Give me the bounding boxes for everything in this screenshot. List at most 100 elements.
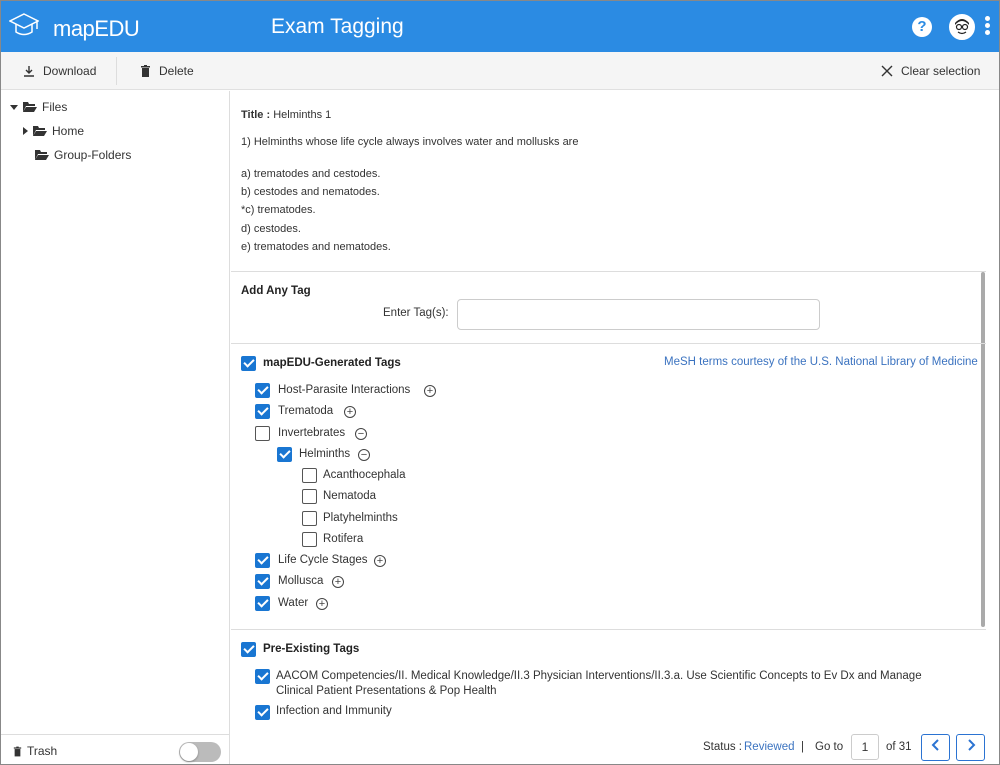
- enter-tags-label: Enter Tag(s):: [383, 307, 449, 319]
- trash-link[interactable]: Trash: [13, 744, 57, 758]
- page-number-input[interactable]: 1: [851, 734, 879, 760]
- option-c: *c) trematodes.: [241, 204, 316, 216]
- tag-label-invertebrates: Invertebrates: [278, 427, 346, 439]
- expand-plus-icon[interactable]: +: [424, 385, 436, 397]
- toolbar: Download Delete Clear selection: [1, 52, 999, 90]
- status-value[interactable]: Reviewed: [744, 741, 795, 753]
- expand-caret-icon[interactable]: [10, 104, 18, 110]
- option-b: b) cestodes and nematodes.: [241, 186, 380, 198]
- expand-plus-icon[interactable]: +: [316, 598, 328, 610]
- tag-label-mollusca: Mollusca: [278, 575, 324, 587]
- chevron-right-icon: [967, 739, 975, 751]
- tag-checkbox-trematoda[interactable]: [255, 404, 270, 419]
- tag-checkbox-water[interactable]: [255, 596, 270, 611]
- status-label: Status :: [703, 741, 742, 753]
- delete-button[interactable]: Delete: [140, 52, 194, 90]
- tag-checkbox-rotifera[interactable]: [302, 532, 317, 547]
- option-d: d) cestodes.: [241, 223, 301, 235]
- section-divider: [231, 629, 986, 630]
- help-icon[interactable]: ?: [912, 17, 932, 37]
- trash-toggle[interactable]: [179, 742, 221, 762]
- tag-label-platyhelminths: Platyhelminths: [323, 512, 398, 524]
- tag-label-water: Water: [278, 597, 309, 609]
- preexisting-tags-checkbox[interactable]: [241, 642, 256, 657]
- goto-label: Go to: [815, 741, 844, 753]
- question-title: Title : Helminths 1: [241, 109, 331, 121]
- tag-label-helminths: Helminths: [299, 448, 351, 460]
- collapse-caret-icon[interactable]: [23, 127, 28, 135]
- tag-label-host-parasite: Host-Parasite Interactions: [278, 384, 411, 396]
- add-tag-heading: Add Any Tag: [241, 285, 311, 297]
- preexisting-tag-label: Infection and Immunity: [276, 705, 392, 717]
- status-separator: |: [801, 741, 804, 753]
- folder-open-icon: [35, 150, 49, 160]
- tree-root-files[interactable]: Files: [10, 100, 67, 114]
- tag-checkbox-platyhelminths[interactable]: [302, 511, 317, 526]
- avatar[interactable]: [949, 14, 975, 40]
- previous-page-button[interactable]: [921, 734, 950, 761]
- option-a: a) trematodes and cestodes.: [241, 168, 381, 180]
- delete-label: Delete: [159, 64, 194, 78]
- file-tree-panel: Files Home Group-Folders Trash: [1, 91, 230, 764]
- download-button[interactable]: Download: [23, 52, 96, 90]
- close-icon: [881, 65, 893, 77]
- tag-label-rotifera: Rotifera: [323, 533, 364, 545]
- trash-icon: [13, 746, 22, 756]
- trash-row: Trash: [1, 734, 229, 764]
- expand-plus-icon[interactable]: +: [344, 406, 356, 418]
- expand-plus-icon[interactable]: +: [332, 576, 344, 588]
- generated-tags-heading: mapEDU-Generated Tags: [263, 357, 401, 369]
- tag-checkbox-nematoda[interactable]: [302, 489, 317, 504]
- tag-checkbox-invertebrates[interactable]: [255, 426, 270, 441]
- trash-icon: [141, 65, 150, 77]
- title-label: Title :: [241, 109, 271, 121]
- generated-tags-checkbox[interactable]: [241, 356, 256, 371]
- app-bar: mapEDU Exam Tagging ?: [1, 1, 999, 52]
- tag-label-acanthocephala: Acanthocephala: [323, 469, 406, 481]
- folder-open-icon: [33, 126, 47, 136]
- mesh-credit-link[interactable]: MeSH terms courtesy of the U.S. National…: [664, 356, 978, 368]
- collapse-minus-icon[interactable]: −: [358, 449, 370, 461]
- preexisting-tag-checkbox[interactable]: [255, 669, 270, 684]
- download-icon: [24, 66, 34, 77]
- trash-label: Trash: [27, 744, 58, 758]
- folder-open-icon: [23, 102, 37, 112]
- tag-label-trematoda: Trematoda: [278, 405, 334, 417]
- preexisting-tag-checkbox[interactable]: [255, 705, 270, 720]
- chevron-left-icon: [931, 739, 939, 751]
- brand-name[interactable]: mapEDU: [53, 16, 140, 42]
- tree-item-group-folders[interactable]: Group-Folders: [35, 148, 131, 162]
- graduation-cap-logo-icon: [9, 13, 39, 36]
- tag-input[interactable]: [457, 299, 820, 330]
- preexisting-tags-heading: Pre-Existing Tags: [263, 643, 360, 655]
- preexisting-tag-label: AACOM Competencies/II. Medical Knowledge…: [276, 670, 922, 682]
- tree-label-home: Home: [52, 124, 85, 138]
- tags-scrollbar[interactable]: [981, 272, 985, 627]
- section-divider: [231, 343, 986, 344]
- option-e: e) trematodes and nematodes.: [241, 241, 391, 253]
- clear-selection-button[interactable]: Clear selection: [881, 52, 980, 90]
- tag-checkbox-host-parasite[interactable]: [255, 383, 270, 398]
- title-value: Helminths 1: [273, 109, 332, 121]
- page-title: Exam Tagging: [271, 15, 404, 38]
- tag-label-life-cycle: Life Cycle Stages: [278, 554, 368, 566]
- toolbar-divider: [116, 57, 117, 85]
- clear-selection-label: Clear selection: [901, 64, 981, 78]
- download-label: Download: [43, 64, 97, 78]
- expand-plus-icon[interactable]: +: [374, 555, 386, 567]
- tag-checkbox-life-cycle[interactable]: [255, 553, 270, 568]
- tag-label-nematoda: Nematoda: [323, 490, 377, 502]
- section-divider: [231, 271, 986, 272]
- tree-item-home[interactable]: Home: [23, 124, 84, 138]
- collapse-minus-icon[interactable]: −: [355, 428, 367, 440]
- next-page-button[interactable]: [956, 734, 985, 761]
- more-menu-icon[interactable]: [985, 16, 991, 38]
- preexisting-tag-label-cont: Clinical Patient Presentations & Pop Hea…: [276, 685, 497, 697]
- question-stem: 1) Helminths whose life cycle always inv…: [241, 136, 579, 148]
- tag-checkbox-helminths[interactable]: [277, 447, 292, 462]
- tag-checkbox-mollusca[interactable]: [255, 574, 270, 589]
- tag-checkbox-acanthocephala[interactable]: [302, 468, 317, 483]
- tree-label-group-folders: Group-Folders: [54, 148, 132, 162]
- user-avatar-icon: [951, 16, 973, 38]
- tree-label-files: Files: [42, 100, 68, 114]
